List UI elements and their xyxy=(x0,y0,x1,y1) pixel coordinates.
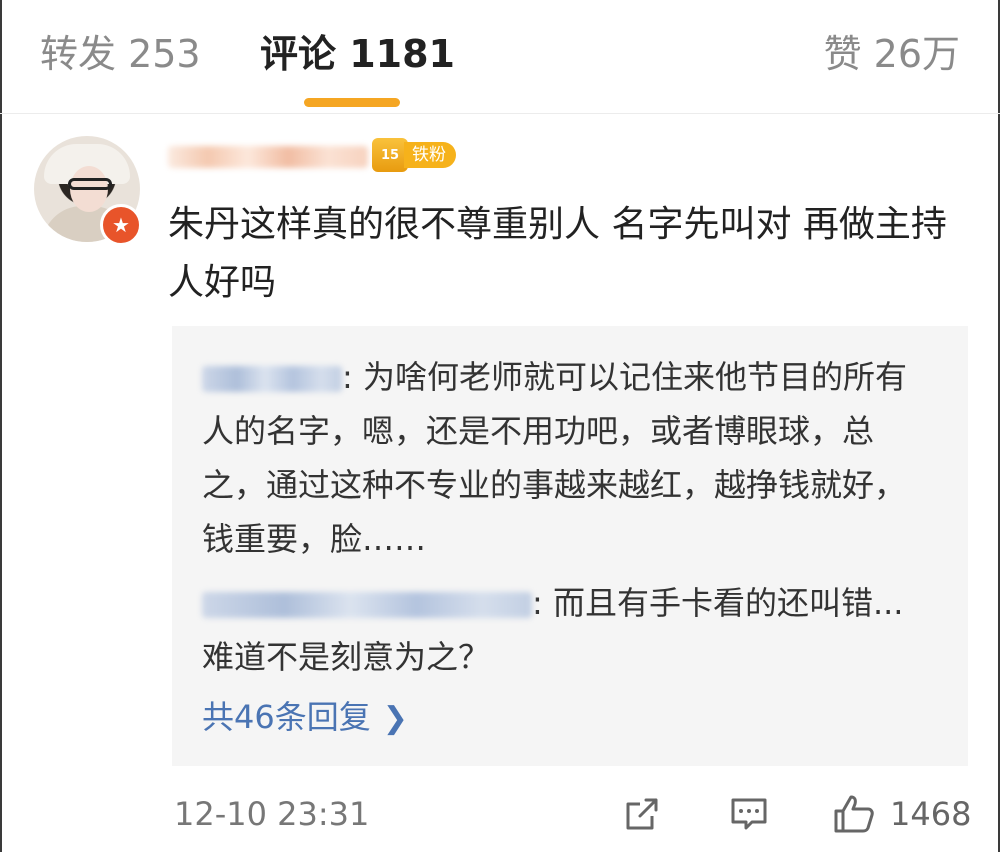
share-icon xyxy=(626,798,658,830)
fan-badge-label: 铁粉 xyxy=(404,142,456,168)
verified-star-icon: ★ xyxy=(100,204,142,246)
share-button[interactable] xyxy=(622,792,662,836)
comment-timestamp: 12-10 23:31 xyxy=(174,795,370,833)
username-redacted[interactable] xyxy=(168,146,368,168)
tab-comments[interactable]: 评论 1181 xyxy=(260,30,455,78)
reply-username-redacted[interactable] xyxy=(202,592,532,618)
fan-badge: 15 铁粉 xyxy=(372,138,456,172)
reply-username-redacted[interactable] xyxy=(202,366,342,392)
reply-item: : 为啥何老师就可以记住来他节目的所有人的名字，嗯，还是不用功吧，或者博眼球，总… xyxy=(202,350,922,566)
reply-item: : 而且有手卡看的还叫错...难道不是刻意为之？ xyxy=(202,576,922,684)
reply-thread[interactable]: : 为啥何老师就可以记住来他节目的所有人的名字，嗯，还是不用功吧，或者博眼球，总… xyxy=(172,326,968,766)
tab-likes[interactable]: 赞 26万 xyxy=(824,30,960,78)
like-button[interactable]: 1468 xyxy=(832,792,971,836)
chevron-right-icon: ❯ xyxy=(382,701,408,736)
like-icon xyxy=(834,795,874,833)
divider xyxy=(0,113,1000,114)
reply-icon xyxy=(731,798,767,830)
tab-repost[interactable]: 转发 253 xyxy=(40,30,201,78)
comment-tabs: 转发 253 评论 1181 赞 26万 xyxy=(0,0,1000,114)
like-count: 1468 xyxy=(890,795,972,833)
more-replies-label: 共46条回复 xyxy=(202,698,371,736)
comment-text: 朱丹这样真的很不尊重别人 名字先叫对 再做主持人好吗 xyxy=(168,204,947,303)
reply-button[interactable] xyxy=(728,792,770,836)
more-replies-link[interactable]: 共46条回复 ❯ xyxy=(202,690,408,746)
active-tab-indicator xyxy=(304,98,400,107)
fan-level-icon: 15 xyxy=(372,138,408,172)
window-edge-left xyxy=(0,0,2,852)
